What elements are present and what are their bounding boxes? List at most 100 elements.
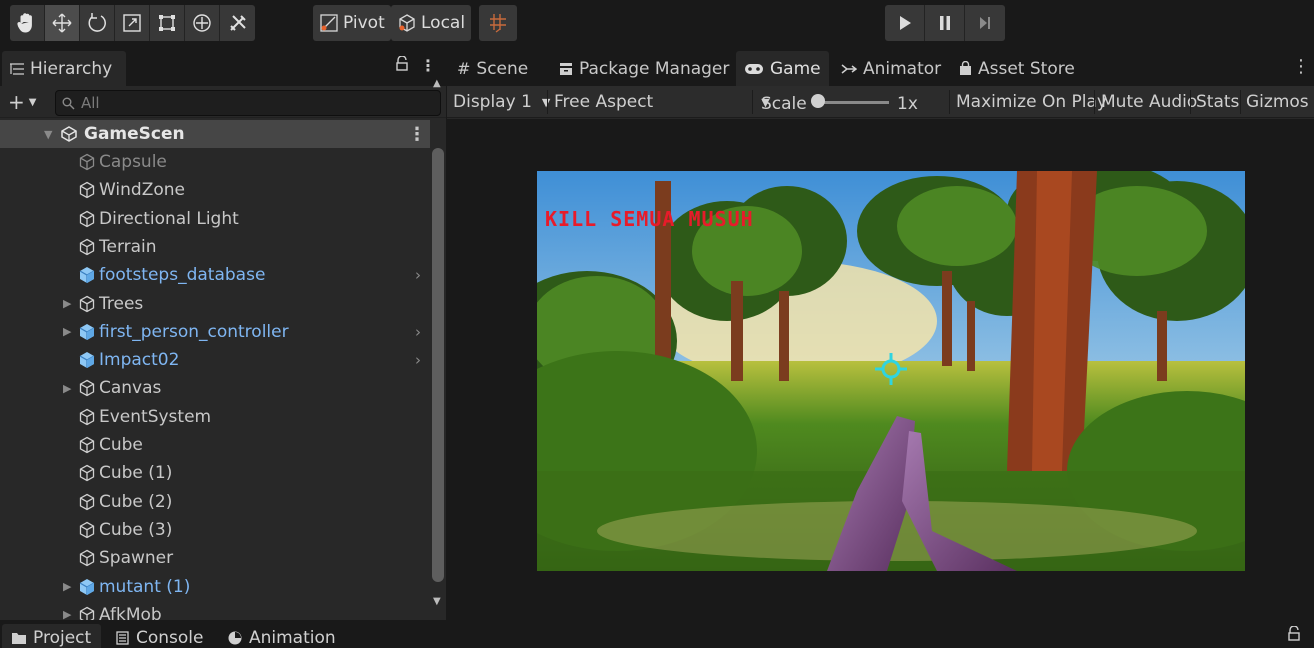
tab-asset-store[interactable]: Asset Store: [951, 51, 1083, 86]
animator-icon: [841, 63, 857, 74]
hierarchy-item[interactable]: ▶ Trees: [0, 290, 430, 318]
game-more-menu-icon[interactable]: ⋮: [1292, 56, 1310, 77]
tab-asset-store-label: Asset Store: [978, 58, 1075, 79]
hierarchy-item[interactable]: Terrain: [0, 233, 430, 261]
gameobject-icon: [78, 549, 96, 567]
stats-toggle[interactable]: Stats: [1196, 86, 1239, 118]
hierarchy-tab-label: Hierarchy: [30, 58, 113, 79]
rotate-tool-button[interactable]: [80, 5, 115, 41]
tab-project[interactable]: Project: [2, 624, 102, 648]
hierarchy-item-label: EventSystem: [99, 406, 212, 427]
display-value: Display 1: [453, 92, 532, 112]
scale-value: 1x: [897, 94, 918, 114]
package-icon: [560, 62, 572, 75]
hud-objective-text: KILL SEMUA MUSUH: [545, 207, 754, 231]
expand-arrow-icon[interactable]: ▶: [63, 297, 71, 310]
open-prefab-arrow-icon[interactable]: ›: [415, 351, 421, 369]
hierarchy-tab[interactable]: Hierarchy: [2, 51, 126, 86]
tab-console[interactable]: Console: [106, 624, 214, 648]
expand-arrow-icon[interactable]: ▶: [63, 325, 71, 338]
hierarchy-scroll-thumb[interactable]: [432, 148, 444, 582]
move-tool-icon: [52, 13, 72, 33]
open-prefab-arrow-icon[interactable]: ›: [415, 323, 421, 341]
tab-package-manager[interactable]: Package Manager: [551, 51, 737, 86]
hierarchy-item[interactable]: Directional Light: [0, 205, 430, 233]
hierarchy-item[interactable]: Capsule: [0, 148, 430, 176]
tab-animator-label: Animator: [863, 58, 942, 79]
lock-icon[interactable]: [1288, 625, 1300, 645]
hierarchy-item[interactable]: Spawner: [0, 544, 430, 572]
scene-row[interactable]: ▼ GameScen ⋮: [0, 120, 430, 148]
hierarchy-item[interactable]: Cube (3): [0, 516, 430, 544]
grid-snap-icon: [490, 14, 506, 33]
hierarchy-item[interactable]: Cube: [0, 431, 430, 459]
hierarchy-item[interactable]: WindZone: [0, 176, 430, 204]
tab-animation[interactable]: Animation: [218, 624, 346, 648]
gameobject-icon: [78, 493, 96, 511]
pivot-icon: [320, 14, 338, 32]
rotate-tool-icon: [88, 13, 106, 32]
play-button[interactable]: [885, 5, 925, 41]
play-icon: [899, 16, 911, 30]
hierarchy-item[interactable]: Cube (2): [0, 488, 430, 516]
playback-controls: [885, 5, 1005, 41]
hierarchy-item[interactable]: EventSystem: [0, 403, 430, 431]
tab-package-manager-label: Package Manager: [579, 58, 730, 79]
more-menu-icon[interactable]: ⋮: [420, 56, 436, 75]
aspect-dropdown[interactable]: Free Aspect ▼: [554, 86, 770, 118]
scale-slider-track[interactable]: [817, 101, 889, 104]
gameobject-icon: [78, 436, 96, 454]
tab-console-label: Console: [136, 628, 204, 648]
hierarchy-list-icon: [10, 62, 24, 75]
hierarchy-item[interactable]: Impact02 ›: [0, 346, 430, 374]
gizmos-dropdown[interactable]: Gizmos: [1246, 86, 1309, 118]
display-dropdown[interactable]: Display 1▼: [453, 86, 550, 118]
pause-icon: [939, 16, 950, 30]
scene-menu-icon[interactable]: ⋮: [408, 124, 426, 145]
gameobject-icon: [78, 521, 96, 539]
pause-button[interactable]: [925, 5, 965, 41]
hierarchy-item[interactable]: ▶ AfkMob: [0, 601, 430, 620]
scale-tool-button[interactable]: [115, 5, 150, 41]
game-viewport[interactable]: KILL SEMUA MUSUH: [537, 171, 1245, 571]
tab-scene[interactable]: # Scene: [449, 51, 536, 86]
lock-icon[interactable]: [396, 55, 408, 75]
main-toolbar: Pivot Local: [0, 0, 1314, 48]
scroll-up-arrow-icon[interactable]: ▲: [433, 78, 441, 89]
maximize-on-play-toggle[interactable]: Maximize On Play: [956, 86, 1107, 118]
hierarchy-item[interactable]: ▶ Canvas: [0, 374, 430, 402]
custom-tool-button[interactable]: [220, 5, 255, 41]
local-toggle[interactable]: Local: [391, 5, 472, 41]
step-button[interactable]: [965, 5, 1005, 41]
hierarchy-item[interactable]: ▶ first_person_controller ›: [0, 318, 430, 346]
search-icon: [62, 97, 75, 109]
open-prefab-arrow-icon[interactable]: ›: [415, 266, 421, 284]
tab-game[interactable]: Game: [736, 51, 829, 86]
hierarchy-item[interactable]: ▶ mutant (1): [0, 573, 430, 601]
create-dropdown-button[interactable]: + ▼: [8, 90, 36, 114]
hand-tool-button[interactable]: [10, 5, 45, 41]
transform-tools: [10, 5, 255, 41]
scroll-down-arrow-icon[interactable]: ▼: [433, 596, 441, 607]
tab-scene-label: Scene: [476, 58, 529, 79]
tab-animator[interactable]: Animator: [833, 51, 949, 86]
game-scene-render: [537, 171, 1245, 571]
hierarchy-item-label: Spawner: [99, 548, 174, 569]
move-tool-button[interactable]: [45, 5, 80, 41]
scale-label: Scale: [761, 94, 807, 114]
expand-arrow-icon[interactable]: ▶: [63, 608, 71, 620]
search-placeholder: All: [81, 94, 100, 112]
expand-arrow-icon[interactable]: ▶: [63, 580, 71, 593]
hierarchy-item[interactable]: footsteps_database ›: [0, 261, 430, 289]
pivot-toggle[interactable]: Pivot: [313, 5, 391, 41]
hierarchy-search-input[interactable]: All: [55, 90, 441, 116]
grid-snap-button[interactable]: [479, 5, 517, 41]
hierarchy-item[interactable]: Cube (1): [0, 459, 430, 487]
transform-tool-button[interactable]: [185, 5, 220, 41]
rect-tool-button[interactable]: [150, 5, 185, 41]
expand-arrow-icon[interactable]: ▼: [44, 128, 52, 141]
prefab-icon: [78, 578, 96, 596]
expand-arrow-icon[interactable]: ▶: [63, 382, 71, 395]
mute-audio-toggle[interactable]: Mute Audio: [1101, 86, 1197, 118]
scale-slider-knob[interactable]: [811, 94, 825, 108]
